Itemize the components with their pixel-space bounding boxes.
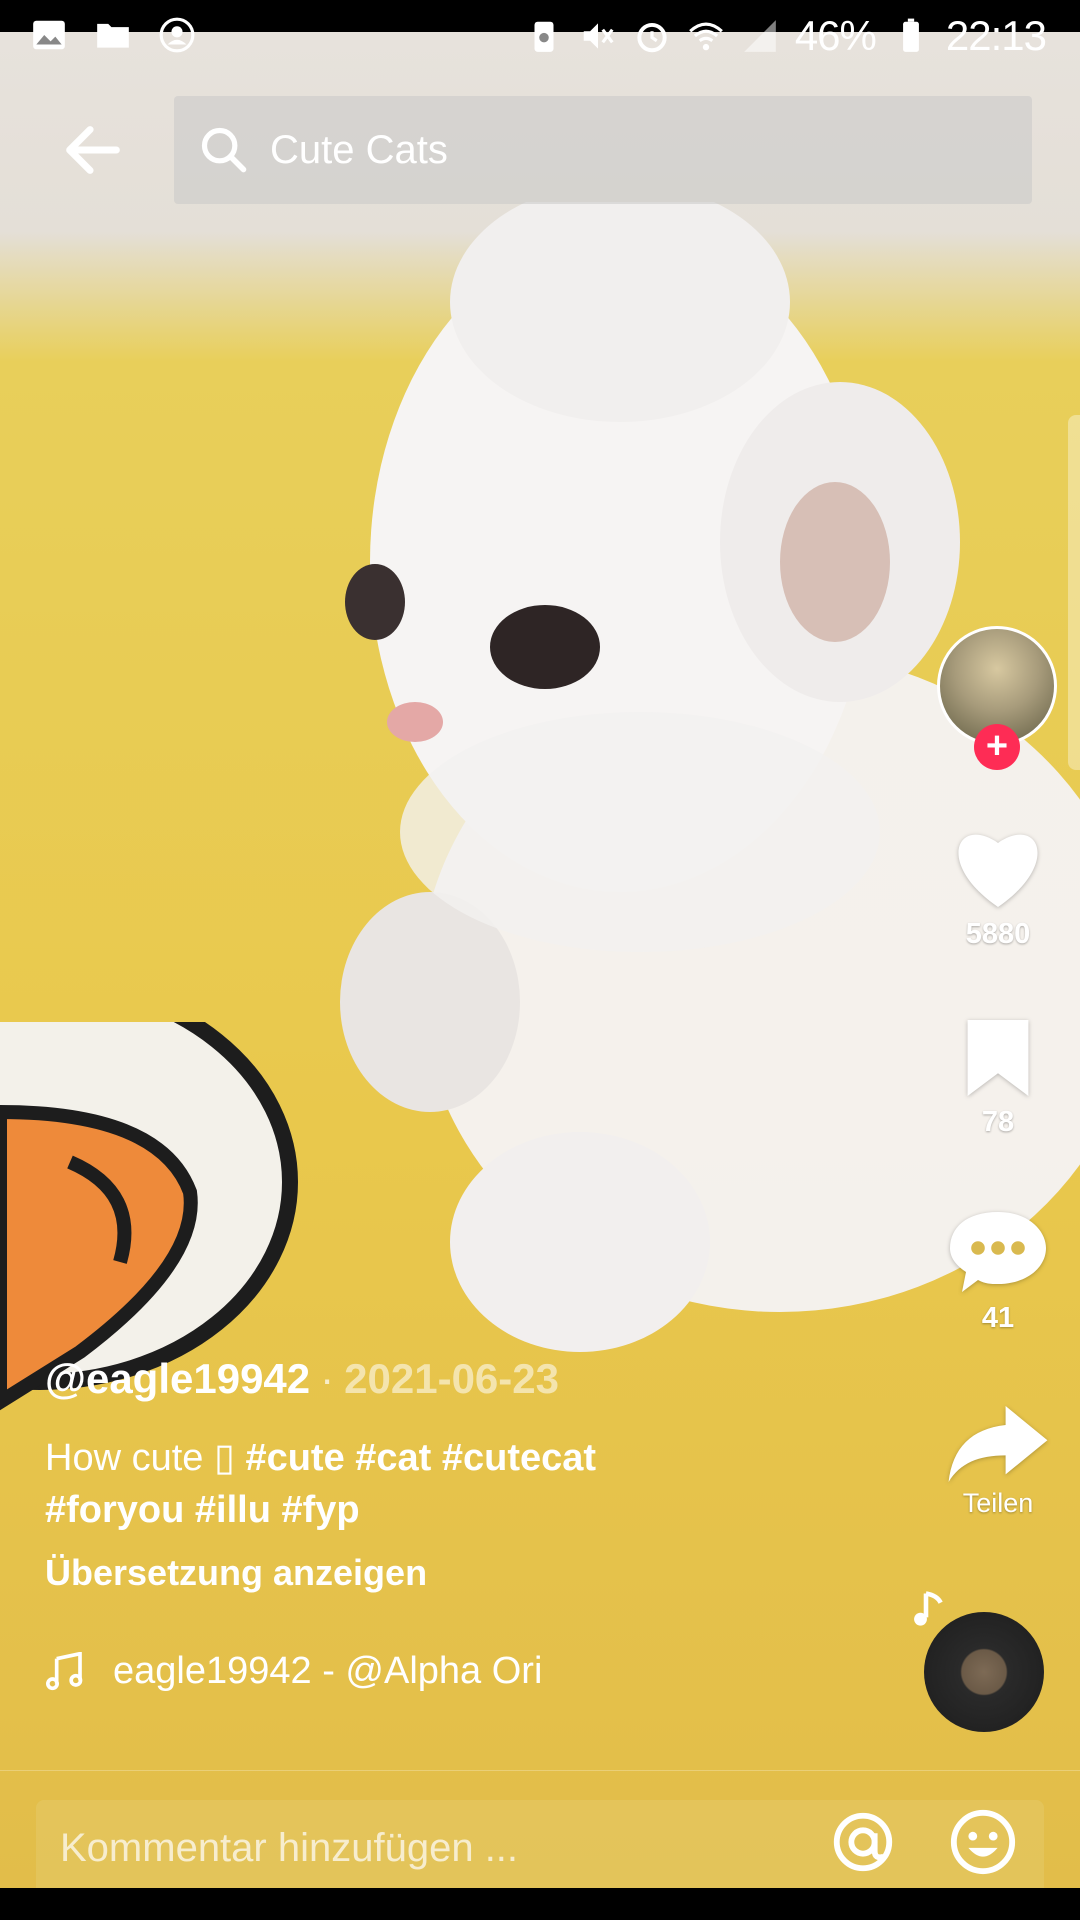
caption-text: How cute	[45, 1437, 214, 1479]
divider	[0, 1770, 1080, 1771]
translate-link[interactable]: Übersetzung anzeigen	[45, 1552, 427, 1594]
search-bar[interactable]: Cute Cats	[174, 96, 1032, 204]
share-arrow-icon	[948, 1406, 1048, 1482]
comment-placeholder: Kommentar hinzufügen ...	[60, 1826, 519, 1870]
post-caption: How cute ▯ #cute #cat #cutecat #foryou #…	[45, 1432, 685, 1536]
author-line: @eagle19942 · 2021-06-23	[45, 1355, 559, 1403]
folder-icon	[97, 23, 129, 48]
like-count: 5880	[965, 918, 1031, 950]
share-button[interactable]: Teilen	[940, 1406, 1056, 1519]
comment-count: 41	[981, 1302, 1015, 1334]
nav-bar	[0, 1888, 1080, 1920]
battery-icon	[902, 18, 919, 52]
floating-note-icon	[914, 1591, 943, 1626]
side-panel-handle[interactable]	[1068, 415, 1080, 770]
caption-glyph: ▯	[213, 1437, 235, 1479]
emoji-icon[interactable]	[948, 1807, 1018, 1877]
share-label: Teilen	[962, 1488, 1034, 1518]
battery-saver-icon	[534, 21, 554, 52]
caption-hashtags-1[interactable]: #cute #cat #cutecat	[245, 1437, 596, 1479]
mute-icon	[583, 23, 614, 49]
comment-button[interactable]: 41	[940, 1204, 1056, 1335]
music-row[interactable]: eagle19942 - @Alpha Ori	[45, 1650, 653, 1693]
search-icon	[201, 127, 247, 173]
like-button[interactable]: 5880	[940, 822, 1056, 951]
music-note-icon	[46, 1651, 83, 1690]
bookmark-icon	[967, 1020, 1029, 1096]
author-username[interactable]: @eagle19942	[45, 1355, 310, 1402]
search-query: Cute Cats	[270, 127, 448, 172]
back-arrow-icon[interactable]	[58, 115, 128, 185]
battery-percent: 46%	[794, 12, 877, 59]
account-icon	[159, 17, 195, 53]
caption-hashtags-2[interactable]: #foryou #illu #fyp	[45, 1489, 360, 1531]
alarm-icon	[637, 22, 667, 53]
creator-avatar[interactable]: +	[937, 626, 1057, 770]
signal-icon	[743, 20, 776, 52]
follow-plus-icon[interactable]: +	[974, 724, 1020, 770]
post-date: 2021-06-23	[344, 1355, 559, 1402]
comment-bubble-icon	[950, 1212, 1046, 1292]
heart-icon	[958, 834, 1038, 907]
status-bar: 46% 22:13	[0, 0, 1080, 72]
music-track: eagle19942 - @Alpha Ori	[113, 1650, 543, 1692]
save-button[interactable]: 78	[940, 1016, 1056, 1139]
clock: 22:13	[945, 12, 1047, 59]
gallery-icon	[33, 20, 65, 50]
music-disc[interactable]	[924, 1612, 1044, 1732]
author-separator: ·	[320, 1355, 335, 1402]
save-count: 78	[981, 1106, 1015, 1138]
mention-icon[interactable]	[828, 1807, 898, 1877]
wifi-icon	[688, 22, 723, 51]
